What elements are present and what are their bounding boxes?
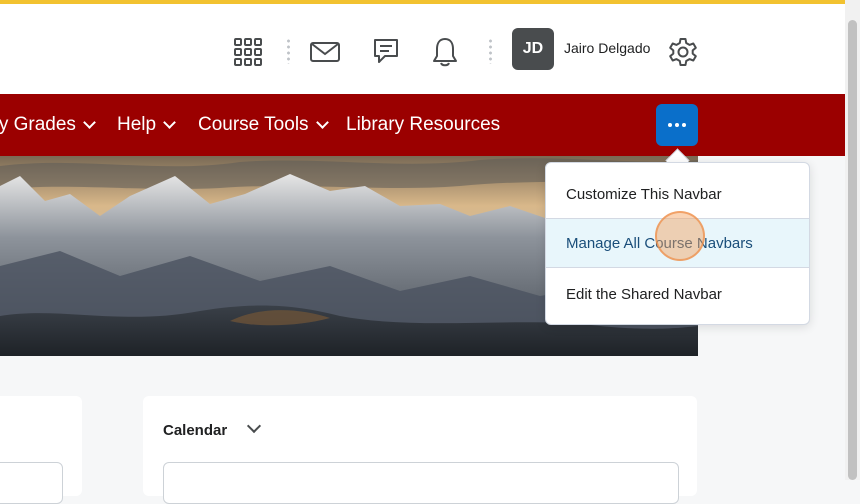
chevron-down-icon	[83, 116, 96, 129]
menu-item-edit-shared-navbar[interactable]: Edit the Shared Navbar	[546, 269, 809, 319]
calendar-widget: Calendar	[143, 396, 697, 504]
widget-input[interactable]	[0, 462, 63, 504]
nav-item-label: My Grades	[0, 114, 76, 135]
nav-item-help[interactable]: Help	[117, 94, 176, 156]
chat-icon[interactable]	[365, 32, 405, 72]
more-dots-icon	[668, 123, 672, 127]
separator	[287, 38, 290, 64]
chevron-down-icon[interactable]	[246, 418, 262, 434]
mail-icon[interactable]	[305, 32, 345, 72]
user-name[interactable]: Jairo Delgado	[564, 40, 650, 56]
chevron-down-icon	[163, 116, 176, 129]
course-navbar: My Grades Help Course Tools Library Reso…	[0, 94, 845, 156]
header: JD Jairo Delgado	[0, 4, 845, 94]
menu-item-customize-navbar[interactable]: Customize This Navbar	[546, 169, 809, 219]
separator	[489, 38, 492, 64]
nav-item-label: Library Resources	[346, 114, 501, 135]
apps-grid-icon[interactable]	[228, 32, 268, 72]
calendar-input[interactable]	[163, 462, 679, 504]
more-options-button[interactable]	[656, 104, 698, 146]
calendar-title: Calendar	[163, 422, 228, 439]
widget-card	[0, 396, 82, 504]
nav-item-label: Help	[117, 114, 157, 135]
nav-item-course-tools[interactable]: Course Tools	[198, 94, 329, 156]
gear-icon[interactable]	[663, 32, 703, 72]
nav-item-my-grades[interactable]: My Grades	[0, 94, 96, 156]
more-dots-icon	[682, 123, 686, 127]
more-dots-icon	[675, 123, 679, 127]
nav-item-label: Course Tools	[198, 114, 309, 135]
nav-item-library-resources[interactable]: Library Resources	[346, 94, 500, 156]
bell-icon[interactable]	[425, 32, 465, 72]
scrollbar-thumb[interactable]	[848, 20, 857, 480]
avatar[interactable]: JD	[512, 28, 554, 70]
navbar-options-menu: Customize This Navbar Manage All Course …	[545, 162, 810, 325]
menu-item-manage-course-navbars[interactable]: Manage All Course Navbars	[546, 218, 809, 268]
chevron-down-icon	[315, 116, 329, 129]
